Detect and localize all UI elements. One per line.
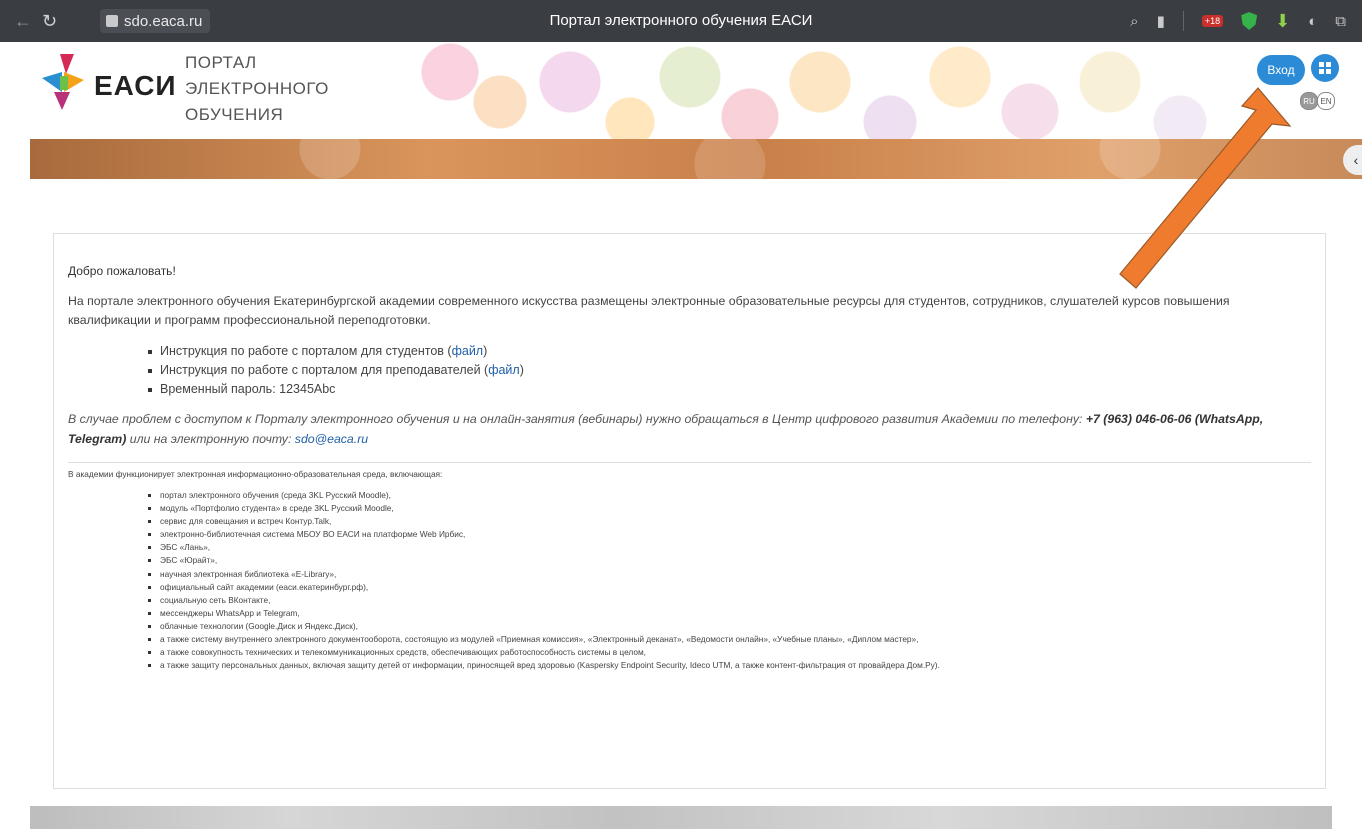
reload-icon[interactable]: ↻ [42, 0, 57, 42]
list-item: а также совокупность технических и телек… [148, 646, 1311, 659]
lang-ru-button[interactable]: RU [1300, 92, 1318, 110]
address-text: sdo.eaca.ru [124, 12, 203, 30]
list-item: мессенджеры WhatsApp и Telegram, [148, 607, 1311, 620]
portal-line: ПОРТАЛ [185, 53, 257, 72]
list-item: а также защиту персональных данных, вклю… [148, 659, 1311, 672]
lock-icon [106, 15, 118, 27]
lang-en-button[interactable]: EN [1317, 92, 1335, 110]
search-icon[interactable]: ⌕ [1130, 13, 1138, 30]
toolbar-divider [1182, 11, 1184, 31]
list-item: а также систему внутреннего электронного… [148, 633, 1311, 646]
extension-icon[interactable]: ◐ [1308, 13, 1317, 30]
address-bar[interactable]: sdo.eaca.ru [100, 9, 211, 33]
adult-filter-icon[interactable]: +18 [1201, 15, 1224, 27]
puzzle-icon[interactable]: ⧉ [1335, 13, 1346, 30]
list-item: официальный сайт академии (еаси.екатерин… [148, 581, 1311, 594]
support-text: В случае проблем с доступом к Порталу эл… [68, 412, 1264, 446]
list-item: портал электронного обучения (среда 3KL … [148, 489, 1311, 502]
list-item: Инструкция по работе с порталом для преп… [148, 361, 1311, 380]
file-link[interactable]: файл [452, 344, 484, 358]
instructions-list: Инструкция по работе с порталом для студ… [68, 342, 1311, 399]
windows-login-button[interactable] [1311, 54, 1339, 82]
portal-subtitle: ПОРТАЛ ЭЛЕКТРОННОГО ОБУЧЕНИЯ [185, 50, 329, 128]
list-item: Инструкция по работе с порталом для студ… [148, 342, 1311, 361]
list-item: ЭБС «Юрайт», [148, 554, 1311, 567]
bookmark-icon[interactable]: ▮ [1157, 12, 1165, 30]
environment-title: В академии функционирует электронная инф… [68, 469, 443, 479]
footer-band [30, 806, 1332, 829]
list-item: социальную сеть ВКонтакте, [148, 594, 1311, 607]
windows-icon [1319, 62, 1331, 74]
logo-text[interactable]: ЕАСИ [94, 70, 177, 102]
annotation-arrow [1119, 87, 1292, 289]
divider [68, 462, 1311, 463]
easi-logo-icon[interactable] [40, 52, 86, 112]
list-item: научная электронная библиотека «E-Librar… [148, 568, 1311, 581]
browser-toolbar: ← ↻ sdo.eaca.ru Портал электронного обуч… [0, 0, 1362, 42]
list-item: ЭБС «Лань», [148, 541, 1311, 554]
list-item: электронно-библиотечная система МБОУ ВО … [148, 528, 1311, 541]
list-item: модуль «Портфолио студента» в среде 3KL … [148, 502, 1311, 515]
browser-extensions: ⌕ ▮ +18 ⬇ ◐ ⧉ [1130, 0, 1346, 42]
list-item: облачные технологии (Google.Диск и Яндек… [148, 620, 1311, 633]
file-link[interactable]: файл [488, 363, 520, 377]
shield-icon[interactable] [1241, 12, 1258, 30]
portal-line: ОБУЧЕНИЯ [185, 105, 284, 124]
portal-line: ЭЛЕКТРОННОГО [185, 79, 329, 98]
download-icon[interactable]: ⬇ [1275, 11, 1290, 32]
welcome-card: Добро пожаловать! На портале электронног… [53, 233, 1326, 789]
support-email-link[interactable]: sdo@eaca.ru [295, 432, 368, 446]
list-item: сервис для совещания и встреч Контур.Tal… [148, 515, 1311, 528]
back-arrow-icon[interactable]: ← [14, 0, 32, 42]
environment-list: портал электронного обучения (среда 3KL … [68, 489, 1311, 672]
list-item: Временный пароль: 12345Abc [148, 380, 1311, 399]
